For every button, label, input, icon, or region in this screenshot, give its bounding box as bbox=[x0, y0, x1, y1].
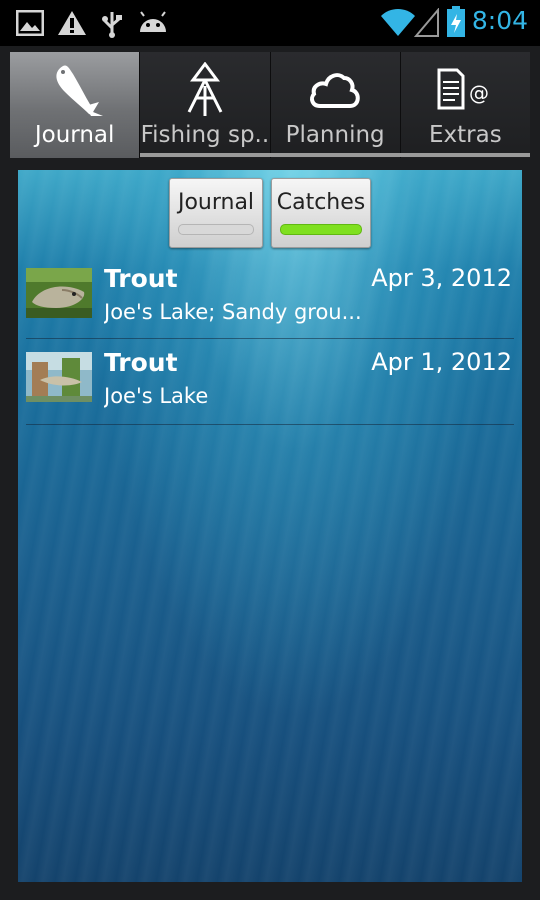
image-icon bbox=[16, 10, 44, 36]
divider bbox=[26, 338, 514, 339]
tab-label: Planning bbox=[285, 122, 385, 148]
tab-planning[interactable]: Planning bbox=[270, 52, 401, 158]
tab-bar: Journal Fishing sp.. Planning @ Extras bbox=[10, 52, 530, 158]
battery-icon bbox=[447, 6, 465, 37]
svg-text:@: @ bbox=[469, 81, 489, 105]
document-at-icon: @ bbox=[437, 68, 489, 110]
tab-label: Fishing sp.. bbox=[140, 122, 270, 148]
list-item[interactable]: Trout Apr 3, 2012 Joe's Lake; Sandy grou… bbox=[18, 258, 522, 342]
entry-subtitle: Joe's Lake; Sandy grou... bbox=[104, 300, 362, 324]
entry-date: Apr 1, 2012 bbox=[371, 348, 512, 376]
clock: 8:04 bbox=[471, 6, 528, 35]
tab-label: Journal bbox=[34, 122, 115, 148]
catches-toggle-indicator bbox=[280, 224, 362, 235]
catch-thumbnail bbox=[26, 352, 92, 402]
cloud-icon bbox=[310, 73, 360, 108]
alert-icon bbox=[58, 11, 86, 35]
divider bbox=[26, 424, 514, 425]
wifi-icon bbox=[381, 8, 415, 36]
catches-toggle-button[interactable]: Catches bbox=[271, 178, 371, 248]
tab-underline bbox=[140, 153, 530, 157]
signal-icon bbox=[414, 8, 439, 37]
journal-toggle-label: Journal bbox=[177, 190, 255, 215]
entry-subtitle: Joe's Lake bbox=[104, 384, 209, 408]
tab-extras[interactable]: @ Extras bbox=[400, 52, 530, 158]
journal-toggle-indicator bbox=[178, 224, 254, 235]
android-icon bbox=[140, 11, 166, 32]
entry-date: Apr 3, 2012 bbox=[371, 264, 512, 292]
catches-toggle-label: Catches bbox=[276, 190, 366, 215]
entry-title: Trout bbox=[104, 348, 178, 377]
fish-icon bbox=[56, 65, 103, 116]
tab-journal[interactable]: Journal bbox=[10, 52, 141, 158]
usb-icon bbox=[102, 12, 122, 38]
fishing-spot-icon bbox=[187, 62, 223, 116]
content-panel: Journal Catches Trout Apr 3, 2012 Joe's … bbox=[18, 170, 522, 882]
entry-title: Trout bbox=[104, 264, 178, 293]
tab-fishing-spots[interactable]: Fishing sp.. bbox=[140, 52, 271, 158]
status-bar: 8:04 bbox=[0, 0, 540, 46]
journal-toggle-button[interactable]: Journal bbox=[169, 178, 263, 248]
catch-thumbnail bbox=[26, 268, 92, 318]
tab-label: Extras bbox=[429, 122, 502, 148]
list-item[interactable]: Trout Apr 1, 2012 Joe's Lake bbox=[18, 342, 522, 426]
